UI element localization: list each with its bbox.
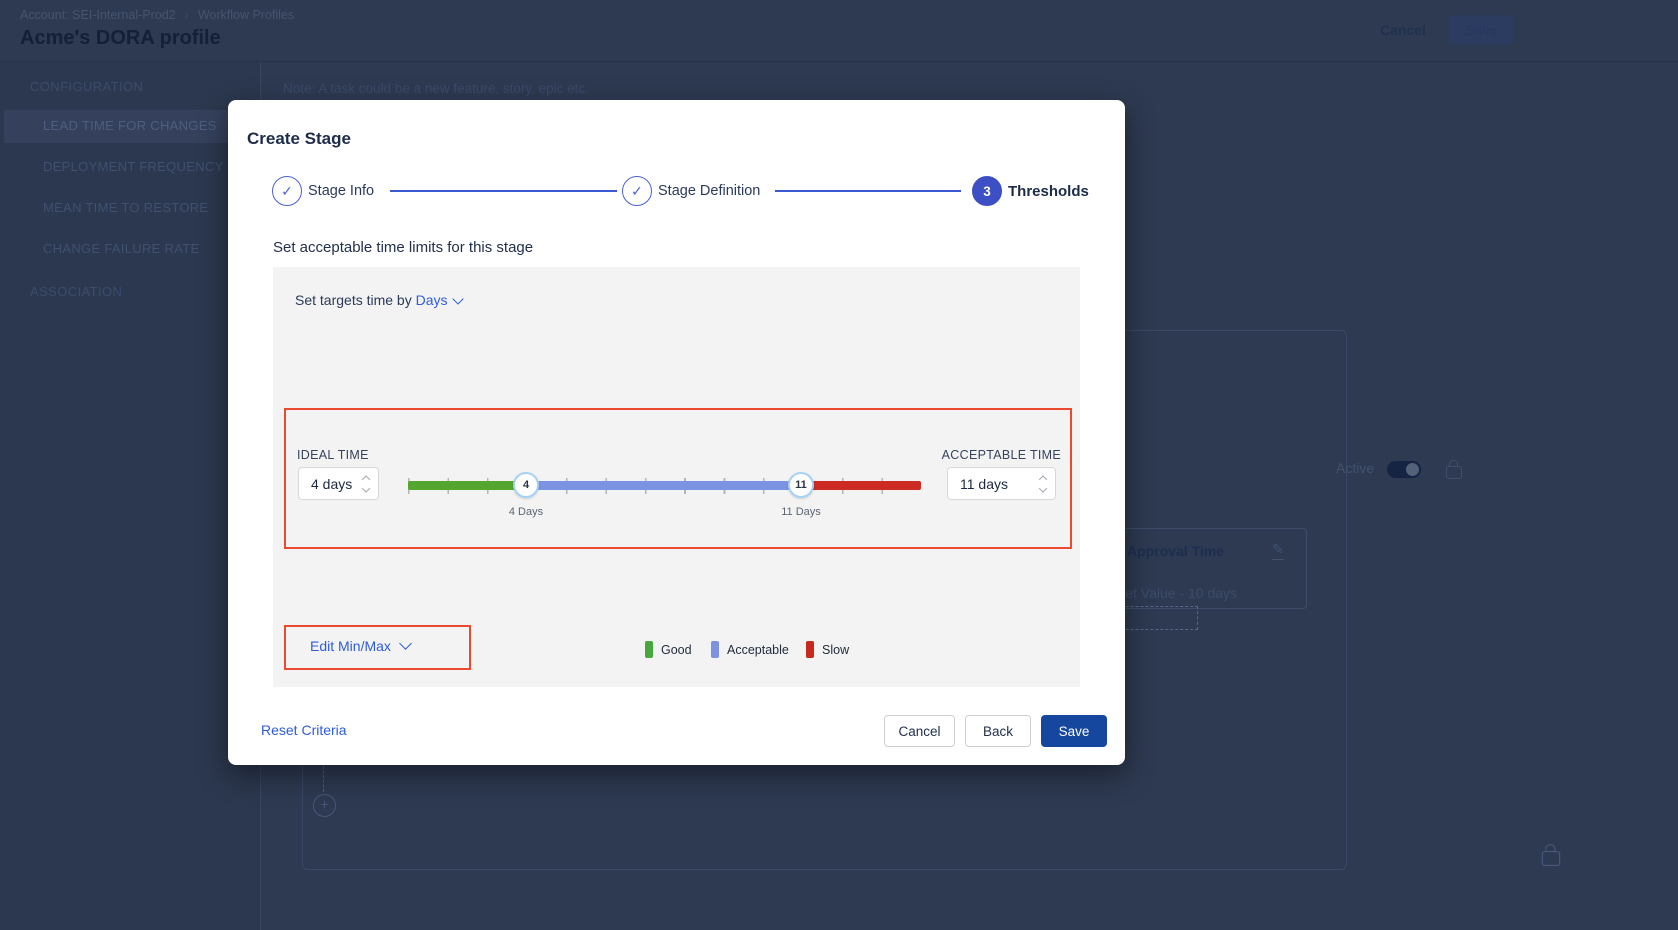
step-connector-2 bbox=[775, 190, 961, 192]
add-stage-button[interactable]: + bbox=[313, 794, 336, 817]
legend-swatch-acceptable bbox=[711, 641, 719, 658]
header-save-button[interactable]: Save bbox=[1449, 15, 1514, 44]
save-button[interactable]: Save bbox=[1041, 715, 1107, 747]
slider-handle-upper[interactable]: 11 bbox=[788, 472, 814, 498]
thresholds-panel: Set targets time by Days IDEAL TIME 4 da… bbox=[273, 267, 1080, 687]
sidebar-group-configuration[interactable]: CONFIGURATION bbox=[30, 79, 143, 94]
task-note-text: Note: A task could be a new feature, sto… bbox=[283, 81, 589, 96]
back-button[interactable]: Back bbox=[965, 715, 1031, 747]
edit-pencil-icon[interactable]: ✎ bbox=[1272, 541, 1284, 560]
step-connector-1 bbox=[390, 190, 617, 192]
chevron-down-icon bbox=[452, 293, 463, 304]
approval-time-title: Approval Time bbox=[1127, 543, 1224, 559]
legend-swatch-slow bbox=[806, 641, 814, 658]
acceptable-time-stepper[interactable] bbox=[1040, 476, 1046, 491]
step-1-check-icon[interactable]: ✓ bbox=[272, 176, 302, 206]
chevron-down-icon bbox=[399, 637, 412, 650]
lock-icon bbox=[1446, 466, 1462, 479]
slider-segment-good bbox=[408, 481, 526, 490]
slider-lower-value-label: 4 Days bbox=[501, 506, 551, 518]
acceptable-time-label: ACCEPTABLE TIME bbox=[942, 448, 1061, 462]
sidebar-group-association[interactable]: ASSOCIATION bbox=[30, 284, 122, 299]
slider-handle-lower[interactable]: 4 bbox=[513, 472, 539, 498]
slider-segment-acceptable bbox=[526, 481, 801, 490]
ideal-time-label: IDEAL TIME bbox=[297, 448, 369, 462]
target-time-label: Set targets time by bbox=[295, 292, 412, 308]
threshold-range-slider: 4 11 4 Days 11 Days bbox=[408, 472, 921, 530]
legend-label-good: Good bbox=[661, 643, 692, 657]
reset-criteria-link[interactable]: Reset Criteria bbox=[261, 722, 347, 738]
breadcrumb-account[interactable]: Account: SEI-Internal-Prod2 bbox=[20, 8, 176, 22]
modal-subtitle: Set acceptable time limits for this stag… bbox=[273, 239, 533, 256]
ideal-time-value: 4 days bbox=[311, 476, 352, 492]
stage-connector-dashed-line bbox=[323, 766, 324, 792]
screen: { "page": { "breadcrumb": {"account": "A… bbox=[0, 0, 1678, 930]
sidebar-item-mean-time-to-restore[interactable]: MEAN TIME TO RESTORE bbox=[43, 200, 208, 215]
acceptable-time-input[interactable]: 11 days bbox=[947, 467, 1056, 500]
ideal-time-input[interactable]: 4 days bbox=[298, 467, 379, 500]
step-1-label[interactable]: Stage Info bbox=[308, 183, 374, 199]
sidebar-item-lead-time-for-changes[interactable]: LEAD TIME FOR CHANGES bbox=[43, 118, 217, 133]
target-time-row: Set targets time by Days bbox=[295, 292, 462, 308]
time-limits-annotation-box: IDEAL TIME 4 days 4 11 4 Days 11 Days AC… bbox=[284, 408, 1072, 549]
target-time-unit-dropdown[interactable]: Days bbox=[416, 292, 462, 308]
toggle-knob bbox=[1406, 463, 1419, 476]
legend-label-acceptable: Acceptable bbox=[727, 643, 789, 657]
legend-swatch-good bbox=[645, 641, 653, 658]
step-3-label: Thresholds bbox=[1008, 183, 1089, 200]
slider-segment-slow bbox=[801, 481, 921, 490]
unlock-icon bbox=[1542, 851, 1560, 866]
legend-label-slow: Slow bbox=[822, 643, 849, 657]
active-toggle-label: Active bbox=[1336, 460, 1374, 476]
breadcrumb: Account: SEI-Internal-Prod2 › Workflow Pro… bbox=[20, 8, 294, 22]
acceptable-time-value: 11 days bbox=[960, 476, 1008, 492]
sidebar-item-deployment-frequency[interactable]: DEPLOYMENT FREQUENCY bbox=[43, 159, 224, 174]
header-cancel-button[interactable]: Cancel bbox=[1372, 16, 1434, 43]
sidebar: CONFIGURATION LEAD TIME FOR CHANGES DEPL… bbox=[0, 62, 261, 930]
step-3-number-badge[interactable]: 3 bbox=[972, 176, 1002, 206]
breadcrumb-chevron-icon: › bbox=[185, 8, 189, 22]
edit-minmax-annotation-box: Edit Min/Max bbox=[284, 625, 471, 670]
stepper-down-icon[interactable] bbox=[362, 484, 370, 492]
slider-upper-value-label: 11 Days bbox=[776, 506, 826, 518]
edit-minmax-button[interactable]: Edit Min/Max bbox=[310, 638, 410, 654]
sidebar-item-change-failure-rate[interactable]: CHANGE FAILURE RATE bbox=[43, 241, 199, 256]
step-2-label[interactable]: Stage Definition bbox=[658, 183, 760, 199]
stepper-up-icon[interactable] bbox=[362, 475, 370, 483]
cancel-button[interactable]: Cancel bbox=[884, 715, 955, 747]
create-stage-modal: Create Stage ✓ Stage Info ✓ Stage Defini… bbox=[228, 100, 1125, 765]
stepper-up-icon[interactable] bbox=[1039, 475, 1047, 483]
stepper-down-icon[interactable] bbox=[1039, 484, 1047, 492]
page-title: Acme's DORA profile bbox=[20, 27, 221, 50]
active-toggle[interactable] bbox=[1387, 461, 1421, 478]
modal-title: Create Stage bbox=[247, 129, 351, 149]
ideal-time-stepper[interactable] bbox=[363, 476, 369, 491]
step-2-check-icon[interactable]: ✓ bbox=[622, 176, 652, 206]
breadcrumb-workflow-profiles[interactable]: Workflow Profiles bbox=[198, 8, 294, 22]
